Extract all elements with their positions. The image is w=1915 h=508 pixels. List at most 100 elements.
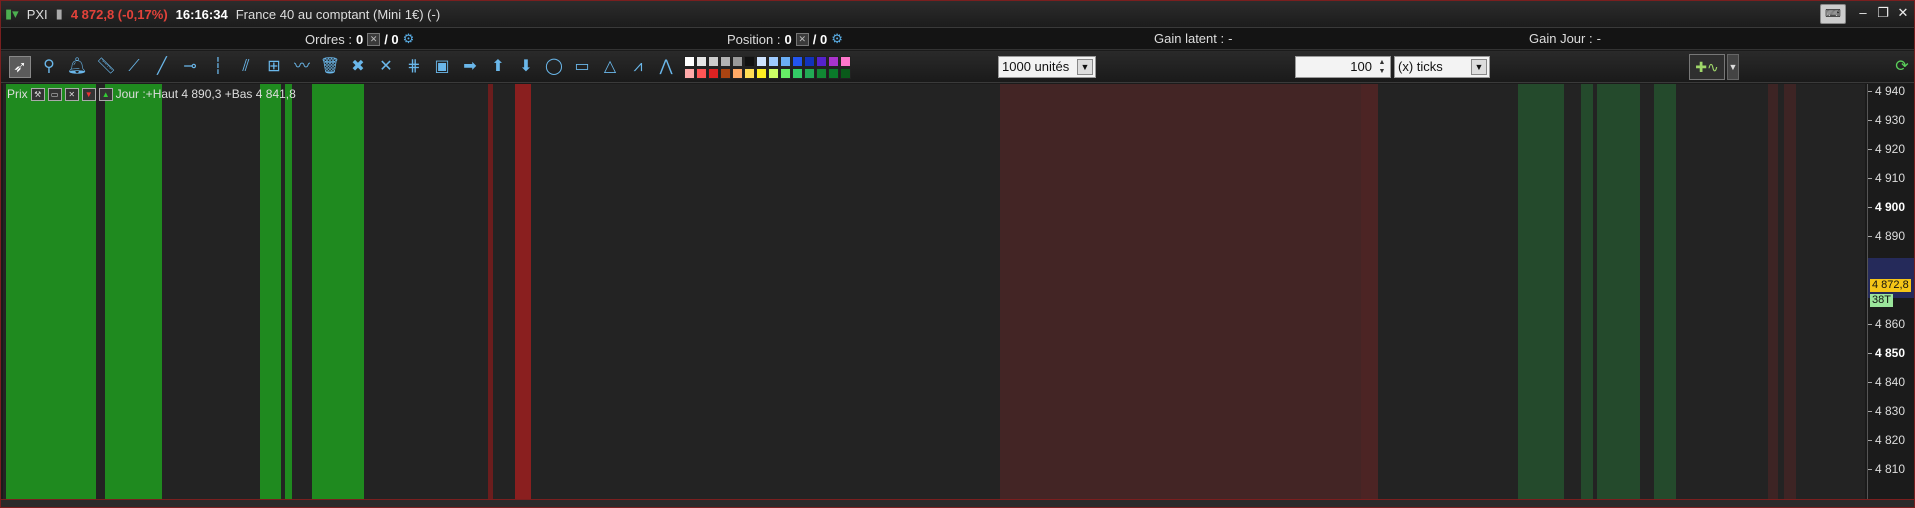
color-swatch[interactable] <box>840 68 851 79</box>
title-bar: ▮▾ PXI ▮ 4 872,8 (-0,17%) 16:16:34 Franc… <box>1 1 1914 28</box>
color-swatch[interactable] <box>828 68 839 79</box>
candle-timer-marker: 38T <box>1870 294 1893 307</box>
line-tool-icon[interactable]: ╱ <box>151 56 173 78</box>
green-band <box>312 84 364 499</box>
chevron-down-icon[interactable]: ▼ <box>1077 59 1093 75</box>
trash-icon[interactable]: 🗑︎ <box>319 56 341 78</box>
price-tick-label: 4 940 <box>1868 84 1905 98</box>
color-swatch[interactable] <box>708 68 719 79</box>
color-swatch[interactable] <box>816 68 827 79</box>
keyboard-icon[interactable]: ⌨ <box>1820 4 1846 24</box>
color-swatch[interactable] <box>756 68 767 79</box>
ticks-select[interactable]: (x) ticks ▼ <box>1394 56 1490 78</box>
arrow-right-icon[interactable]: ➡ <box>459 56 481 78</box>
gear-icon[interactable]: ⚙ <box>831 31 843 47</box>
chevron-down-icon[interactable]: ▼ <box>1727 54 1739 80</box>
drawing-toolbar: ➶ ⚲ 🔔︎ 📏︎ ⟋ ╱ ⊸ ┆ ⫽ ⊞ 〰 🗑︎ ✖ ✕ ⋕ ▣ ➡ ⬆ ⬇… <box>1 51 1914 83</box>
add-indicator-icon[interactable]: ✚∿ <box>1689 54 1725 80</box>
tools-icon[interactable]: ✖ <box>347 56 369 78</box>
instrument-info-icon[interactable]: ▮ <box>56 6 63 22</box>
alert-bell-icon[interactable]: 🔔︎ <box>66 56 88 78</box>
color-swatch[interactable] <box>816 56 827 67</box>
pointer-tool-icon[interactable]: ➶ <box>9 56 31 78</box>
dark-red-band <box>1768 84 1778 499</box>
close-position-icon[interactable]: ✕ <box>795 32 809 46</box>
pattern-tool-icon[interactable]: ⋀ <box>655 56 677 78</box>
channel-tool-icon[interactable]: ⫽ <box>235 56 257 78</box>
move-up-icon[interactable]: ▲ <box>98 87 113 101</box>
restore-button[interactable]: ❐ <box>1874 4 1892 22</box>
tick-mark <box>1868 382 1872 384</box>
wave-tool-icon[interactable]: 〰 <box>291 56 313 78</box>
tick-mark <box>1868 236 1872 238</box>
instrument-name: France 40 au comptant (Mini 1€) (-) <box>235 6 441 22</box>
arrow-up-green-icon[interactable]: ⬆ <box>487 56 509 78</box>
horizontal-line-icon[interactable]: ⊸ <box>179 56 201 78</box>
position-total: / 0 <box>812 31 828 47</box>
zoom-tool-icon[interactable]: ⚲ <box>38 56 60 78</box>
cancel-orders-icon[interactable]: ✕ <box>367 32 381 46</box>
color-swatch[interactable] <box>720 68 731 79</box>
segment-tool-icon[interactable]: ⟋ <box>123 56 145 78</box>
color-swatch[interactable] <box>684 56 695 67</box>
color-swatch[interactable] <box>804 68 815 79</box>
text-tool-icon[interactable]: ▣ <box>431 56 453 78</box>
tick-text: 4 890 <box>1875 229 1906 243</box>
window-icon[interactable]: ▭ <box>47 87 62 101</box>
candlestick-icon[interactable]: ▮▾ <box>5 6 19 22</box>
color-swatch[interactable] <box>696 68 707 79</box>
triangle-tool-icon[interactable]: △ <box>599 56 621 78</box>
close-button[interactable]: ✕ <box>1894 4 1912 22</box>
tick-text: 4 820 <box>1875 433 1906 447</box>
bid-ask-zone <box>1868 258 1914 298</box>
tick-mark <box>1868 149 1872 151</box>
cross-tool-icon[interactable]: ✕ <box>375 56 397 78</box>
color-swatch[interactable] <box>840 56 851 67</box>
gear-icon[interactable]: ⚙ <box>403 31 415 47</box>
units-select[interactable]: 1000 unités ▼ <box>998 56 1096 78</box>
color-swatch[interactable] <box>708 56 719 67</box>
vertical-line-icon[interactable]: ┆ <box>207 56 229 78</box>
minimize-button[interactable]: – <box>1854 4 1872 22</box>
color-swatch[interactable] <box>768 68 779 79</box>
color-swatch[interactable] <box>756 56 767 67</box>
color-swatch[interactable] <box>744 68 755 79</box>
stepper-icon[interactable]: ▲ ▼ <box>1375 58 1389 76</box>
color-swatch[interactable] <box>780 68 791 79</box>
close-icon[interactable]: ✕ <box>64 87 79 101</box>
color-swatch[interactable] <box>768 56 779 67</box>
color-swatch[interactable] <box>732 56 743 67</box>
chevron-down-icon[interactable]: ▼ <box>1471 59 1487 75</box>
wrench-icon[interactable]: ⚒ <box>30 87 45 101</box>
color-swatch[interactable] <box>744 56 755 67</box>
color-swatch[interactable] <box>780 56 791 67</box>
price-axis[interactable]: 4 940 4 930 4 920 4 910 4 900 4 890 4 860 4 850… <box>1867 84 1914 499</box>
refresh-icon[interactable]: ⟳ <box>1891 56 1913 78</box>
price-chart[interactable]: Prix ⚒ ▭ ✕ ▼ ▲ Jour :+Haut 4 890,3 +Bas … <box>3 84 1865 499</box>
arrow-down-red-icon[interactable]: ⬇ <box>515 56 537 78</box>
rectangle-tool-icon[interactable]: ▭ <box>571 56 593 78</box>
tick-mark <box>1868 440 1872 442</box>
parallel-tool-icon[interactable]: ⋕ <box>403 56 425 78</box>
color-swatch[interactable] <box>684 68 695 79</box>
color-swatch[interactable] <box>792 56 803 67</box>
ticks-input-value[interactable]: 100 <box>1350 59 1372 74</box>
indicator-line-icon[interactable]: ⩘ <box>627 56 649 78</box>
ruler-icon[interactable]: 📏︎ <box>95 56 117 78</box>
orders-label: Ordres : <box>305 31 352 47</box>
position-value: 0 <box>784 31 792 47</box>
color-swatch[interactable] <box>792 68 803 79</box>
ellipse-tool-icon[interactable]: ◯ <box>543 56 565 78</box>
fibonacci-icon[interactable]: ⊞ <box>263 56 285 78</box>
color-swatch[interactable] <box>732 68 743 79</box>
tick-mark <box>1868 207 1872 209</box>
ticker-symbol[interactable]: PXI <box>27 7 48 22</box>
ticks-input[interactable]: 100 ▲ ▼ <box>1295 56 1391 78</box>
move-down-icon[interactable]: ▼ <box>81 87 96 101</box>
color-swatch[interactable] <box>720 56 731 67</box>
color-swatch[interactable] <box>804 56 815 67</box>
color-swatch[interactable] <box>828 56 839 67</box>
color-swatch[interactable] <box>696 56 707 67</box>
price-tick-label: 4 890 <box>1868 229 1905 243</box>
red-band <box>515 84 531 499</box>
